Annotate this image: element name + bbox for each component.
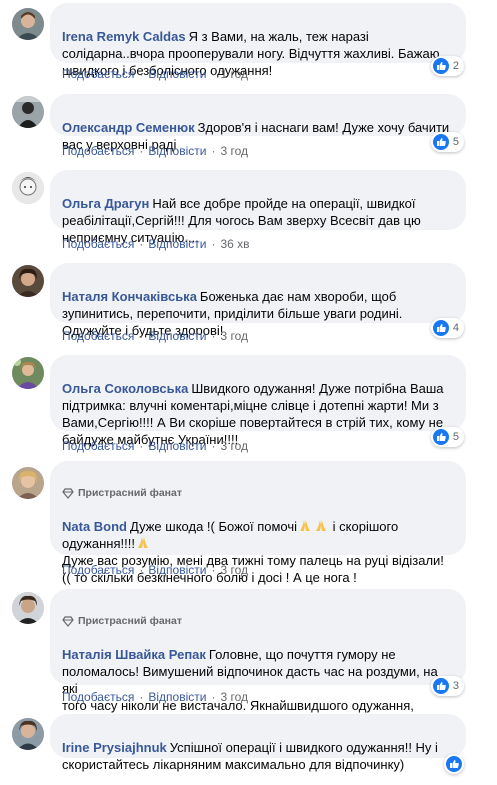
like-reaction-icon bbox=[446, 756, 462, 772]
comment-bubble: Ольга Соколовська Швидкого одужання! Дуже… bbox=[50, 355, 466, 447]
comment-author[interactable]: Ольга Драгун bbox=[62, 196, 149, 211]
comment-bubble: Пристрасний фанат Наталія Швайка Репак Го… bbox=[50, 589, 466, 730]
top-fan-badge: Пристрасний фанат bbox=[62, 486, 454, 500]
reply-link[interactable]: Відповісти bbox=[148, 328, 206, 344]
like-link[interactable]: Подобається bbox=[62, 689, 134, 705]
comment-actions: Подобається · Відповісти · 36 хв bbox=[62, 236, 250, 252]
like-reaction-icon bbox=[432, 320, 449, 336]
avatar[interactable] bbox=[12, 592, 44, 624]
timestamp[interactable]: 36 хв bbox=[220, 236, 249, 252]
comment-actions: Подобається · Відповісти · 3 год bbox=[62, 562, 248, 578]
diamond-icon bbox=[62, 488, 74, 499]
comment-author[interactable]: Irine Prysiajhnuk bbox=[62, 740, 167, 755]
comment-author[interactable]: Irena Remyk Caldas bbox=[62, 29, 186, 44]
reply-link[interactable]: Відповісти bbox=[148, 66, 206, 82]
like-link[interactable]: Подобається bbox=[62, 438, 134, 454]
separator: · bbox=[139, 329, 144, 343]
reply-link[interactable]: Відповісти bbox=[148, 438, 206, 454]
fan-badge-label: Пристрасний фанат bbox=[78, 487, 183, 499]
separator: · bbox=[211, 563, 216, 577]
separator: · bbox=[139, 690, 144, 704]
comment-author[interactable]: Ольга Соколовська bbox=[62, 381, 188, 396]
reply-link[interactable]: Відповісти bbox=[148, 236, 206, 252]
praying-hands-emoji-icon bbox=[300, 520, 311, 531]
timestamp[interactable]: 3 год bbox=[220, 438, 248, 454]
avatar[interactable] bbox=[12, 172, 44, 204]
like-reaction-icon bbox=[432, 134, 449, 150]
comment-author[interactable]: Nata Bond bbox=[62, 519, 127, 534]
comment-bubble: Наталя Кончаківська Боженька дає нам хвор… bbox=[50, 263, 466, 338]
avatar[interactable] bbox=[12, 357, 44, 389]
separator: · bbox=[211, 329, 216, 343]
comment-actions: Подобається · Відповісти · 3 год bbox=[62, 438, 248, 454]
reaction-count[interactable]: 5 bbox=[430, 427, 464, 447]
fan-badge-label: Пристрасний фанат bbox=[78, 615, 183, 627]
avatar[interactable] bbox=[12, 718, 44, 750]
comment-bubble: Irena Remyk Caldas Я з Вами, на жаль, теж… bbox=[50, 3, 466, 78]
reaction-count[interactable]: 3 bbox=[430, 676, 464, 696]
reaction-count[interactable]: 4 bbox=[430, 318, 464, 338]
reaction-number: 4 bbox=[452, 322, 459, 334]
comment-author[interactable]: Наталя Кончаківська bbox=[62, 289, 197, 304]
reaction-number: 5 bbox=[452, 431, 459, 443]
timestamp[interactable]: 1 год bbox=[220, 66, 248, 82]
timestamp[interactable]: 3 год bbox=[220, 143, 248, 159]
praying-hands-emoji-icon bbox=[137, 537, 148, 548]
comment-actions: Подобається · Відповісти · 1 год bbox=[62, 66, 248, 82]
separator: · bbox=[139, 237, 144, 251]
reaction-count[interactable]: 5 bbox=[430, 132, 464, 152]
comment-bubble: Пристрасний фанат Nata Bond Дуже шкода !(… bbox=[50, 461, 466, 585]
reaction-count[interactable] bbox=[444, 754, 464, 774]
separator: · bbox=[139, 439, 144, 453]
top-fan-badge: Пристрасний фанат bbox=[62, 614, 454, 628]
diamond-icon bbox=[62, 616, 74, 627]
reaction-number: 5 bbox=[452, 136, 459, 148]
like-reaction-icon bbox=[432, 678, 449, 694]
like-reaction-icon bbox=[432, 429, 449, 445]
reaction-number: 2 bbox=[452, 60, 459, 72]
comment-text: Дуже шкода !( Божої помочі bbox=[130, 519, 298, 534]
separator: · bbox=[211, 144, 216, 158]
comment-bubble: Irine Prysiajhnuk Успішної операції і шви… bbox=[50, 714, 466, 772]
comment-actions: Подобається · Відповісти · 3 год bbox=[62, 689, 248, 705]
avatar[interactable] bbox=[12, 467, 44, 499]
reply-link[interactable]: Відповісти bbox=[148, 562, 206, 578]
like-link[interactable]: Подобається bbox=[62, 143, 134, 159]
separator: · bbox=[211, 690, 216, 704]
comment-author[interactable]: Наталія Швайка Репак bbox=[62, 647, 206, 662]
timestamp[interactable]: 3 год bbox=[220, 562, 248, 578]
avatar[interactable] bbox=[12, 265, 44, 297]
like-link[interactable]: Подобається bbox=[62, 236, 134, 252]
timestamp[interactable]: 3 год bbox=[220, 328, 248, 344]
comment-author[interactable]: Олександр Семенюк bbox=[62, 120, 195, 135]
avatar[interactable] bbox=[12, 96, 44, 128]
separator: · bbox=[211, 237, 216, 251]
comment-bubble: Ольга Драгун Най все добре пройде на опер… bbox=[50, 170, 466, 245]
reply-link[interactable]: Відповісти bbox=[148, 143, 206, 159]
separator: · bbox=[211, 439, 216, 453]
timestamp[interactable]: 3 год bbox=[220, 689, 248, 705]
comment-actions: Подобається · Відповісти · 3 год bbox=[62, 143, 248, 159]
comment-actions: Подобається · Відповісти · 3 год bbox=[62, 328, 248, 344]
reaction-count[interactable]: 2 bbox=[430, 56, 464, 76]
separator: · bbox=[139, 67, 144, 81]
avatar[interactable] bbox=[12, 8, 44, 40]
like-link[interactable]: Подобається bbox=[62, 66, 134, 82]
like-link[interactable]: Подобається bbox=[62, 562, 134, 578]
comment-bubble: Олександр Семенюк Здоров'я і наснаги вам!… bbox=[50, 94, 466, 152]
separator: · bbox=[139, 144, 144, 158]
separator: · bbox=[139, 563, 144, 577]
separator: · bbox=[211, 67, 216, 81]
reply-link[interactable]: Відповісти bbox=[148, 689, 206, 705]
like-reaction-icon bbox=[432, 58, 449, 74]
like-link[interactable]: Подобається bbox=[62, 328, 134, 344]
praying-hands-emoji-icon bbox=[316, 520, 327, 531]
reaction-number: 3 bbox=[452, 680, 459, 692]
